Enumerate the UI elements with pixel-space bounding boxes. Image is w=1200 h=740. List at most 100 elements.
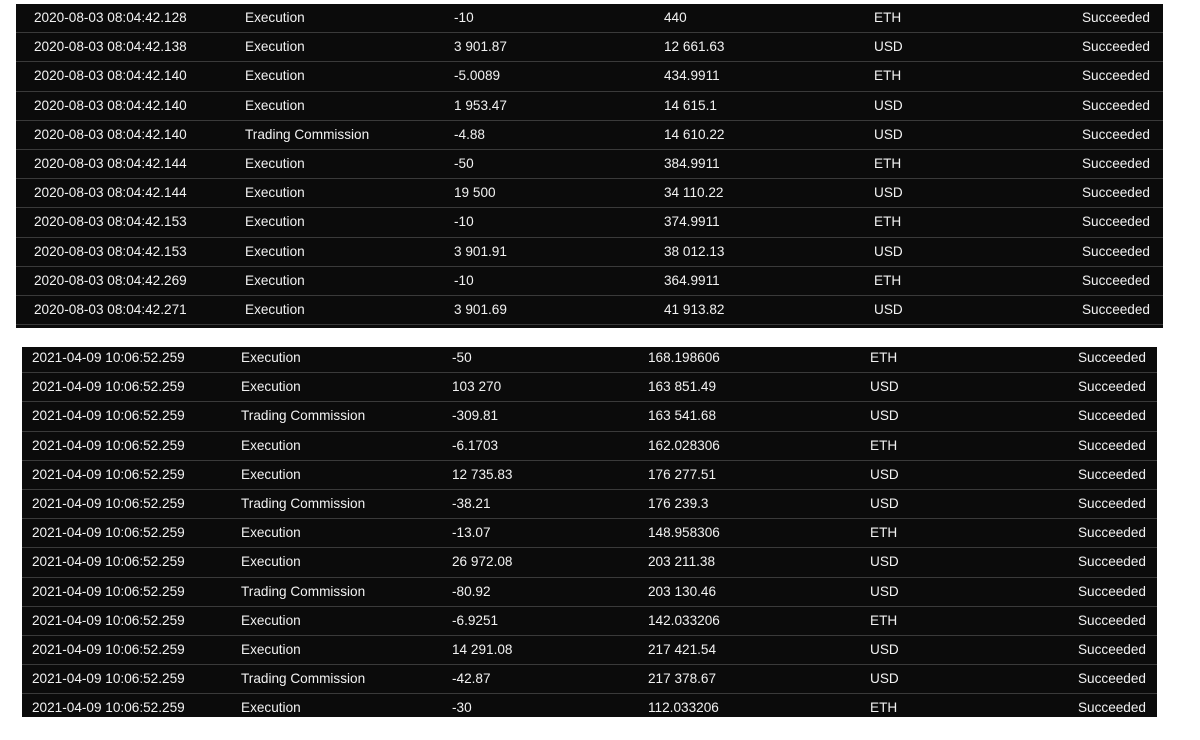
transaction-amount: 14 291.08: [452, 641, 513, 657]
transaction-status: Succeeded: [1077, 437, 1146, 453]
transaction-currency: USD: [870, 641, 899, 657]
transaction-time: 2021-04-09 10:06:52.259: [32, 612, 185, 628]
transaction-type: Execution: [241, 437, 301, 453]
transaction-balance: 163 541.68: [648, 408, 717, 424]
transaction-currency: USD: [870, 583, 899, 599]
transaction-balance: 38 012.13: [664, 243, 725, 259]
transaction-status: Succeeded: [1077, 408, 1146, 424]
transaction-balance: 168.198606: [648, 350, 720, 365]
transaction-type: Execution: [241, 379, 301, 395]
table-row: 2021-04-09 10:06:52.259 Trading Commissio…: [22, 665, 1157, 695]
transaction-time: 2021-04-09 10:06:52.259: [32, 350, 185, 365]
transaction-amount: 12 735.83: [452, 466, 513, 482]
transaction-time: 2021-04-09 10:06:52.259: [32, 525, 185, 541]
transaction-status: Succeeded: [1081, 214, 1150, 230]
table-row: 2021-04-09 10:06:52.259 Trading Commissio…: [22, 578, 1157, 607]
transaction-currency: USD: [870, 379, 899, 395]
table-row: 2020-08-03 08:04:42.140 Execution 1 953.47…: [16, 92, 1163, 121]
table-row: 2021-04-09 10:06:52.259 Execution -6.1703 1…: [22, 432, 1157, 461]
transaction-balance: 203 211.38: [648, 554, 716, 570]
transaction-time: 2021-04-09 10:06:52.259: [32, 671, 185, 687]
transaction-balance: 14 610.22: [664, 126, 725, 142]
table-row: 2021-04-09 10:06:52.259 Trading Commissio…: [22, 402, 1157, 432]
transaction-type: Trading Commission: [241, 408, 366, 424]
table-row: 2021-04-09 10:06:52.259 Execution 26 972.0…: [22, 548, 1157, 578]
transaction-currency: USD: [870, 554, 899, 570]
table-row: 2020-08-03 08:04:42.140 Execution -5.0089 4…: [16, 62, 1163, 92]
table-row: 2020-08-03 08:04:42.269 Execution -10 364.9…: [16, 267, 1163, 296]
transaction-status: Succeeded: [1081, 126, 1150, 142]
transaction-amount: -6.9251: [452, 612, 499, 628]
transaction-amount: -50: [454, 155, 474, 171]
transaction-amount: 103 270: [452, 379, 502, 395]
transactions-panel-2021: 2021-04-09 10:06:52.259 Execution -50 168.1…: [22, 347, 1157, 717]
transaction-status: Succeeded: [1077, 525, 1146, 541]
transaction-amount: -10: [454, 272, 474, 288]
transaction-type: Execution: [241, 466, 301, 482]
transaction-amount: 1 953.47: [454, 97, 507, 113]
table-row: 2020-08-03 08:04:42.153 Execution -10 374.9…: [16, 208, 1163, 238]
transaction-currency: ETH: [870, 525, 898, 541]
table-row: 2020-08-03 08:04:42.144 Execution 19 500 34…: [16, 179, 1163, 209]
transaction-amount: -80.92: [452, 583, 491, 599]
transaction-currency: ETH: [870, 350, 898, 365]
transaction-type: Execution: [245, 301, 305, 317]
transaction-balance: 112.033206: [648, 700, 719, 716]
transaction-status: Succeeded: [1077, 612, 1146, 628]
transaction-currency: ETH: [870, 437, 898, 453]
transaction-status: Succeeded: [1081, 39, 1150, 55]
transaction-currency: USD: [874, 39, 903, 55]
transaction-balance: 440: [664, 10, 687, 25]
transaction-type: Trading Commission: [241, 583, 366, 599]
transaction-type: Execution: [245, 272, 305, 288]
transaction-amount: -10: [454, 214, 474, 230]
transaction-balance: 34 110.22: [664, 185, 724, 201]
transaction-type: Trading Commission: [245, 126, 370, 142]
transaction-status: Succeeded: [1077, 700, 1146, 716]
transaction-status: Succeeded: [1077, 554, 1146, 570]
transaction-amount: -38.21: [452, 495, 491, 511]
transaction-time: 2021-04-09 10:06:52.259: [32, 700, 185, 716]
transaction-balance: 14 615.1: [664, 97, 717, 113]
transaction-time: 2021-04-09 10:06:52.259: [32, 641, 185, 657]
transaction-time: 2020-08-03 08:04:42.269: [34, 272, 187, 288]
table-row: 2020-08-03 08:04:42.271 Execution 3 901.69…: [16, 296, 1163, 326]
table-row: 2021-04-09 10:06:52.259 Execution -30 112.0…: [22, 694, 1157, 717]
transaction-amount: 26 972.08: [452, 554, 513, 570]
transaction-status: Succeeded: [1081, 68, 1150, 84]
transaction-amount: -10: [454, 10, 474, 25]
transaction-type: Execution: [241, 525, 301, 541]
transaction-status: Succeeded: [1081, 301, 1150, 317]
transaction-amount: -42.87: [452, 671, 491, 687]
transaction-type: Execution: [245, 97, 305, 113]
table-row: 2021-04-09 10:06:52.259 Execution 14 291.0…: [22, 636, 1157, 666]
transaction-status: Succeeded: [1077, 379, 1146, 395]
transaction-amount: -309.81: [452, 408, 499, 424]
transaction-status: Succeeded: [1081, 243, 1150, 259]
table-row: 2021-04-09 10:06:52.259 Execution -50 168.1…: [22, 347, 1157, 374]
transaction-time: 2021-04-09 10:06:52.259: [32, 583, 185, 599]
transaction-currency: ETH: [874, 10, 902, 25]
transaction-currency: ETH: [870, 700, 898, 716]
transaction-balance: 384.9911: [664, 155, 720, 171]
transaction-status: Succeeded: [1081, 97, 1150, 113]
transaction-time: 2021-04-09 10:06:52.259: [32, 554, 185, 570]
transaction-currency: USD: [874, 126, 903, 142]
transaction-amount: -4.88: [454, 126, 485, 142]
transaction-balance: 142.033206: [648, 612, 720, 628]
transaction-type: Execution: [241, 641, 301, 657]
transaction-balance: 41 913.82: [664, 301, 725, 317]
transaction-balance: 217 421.54: [648, 641, 717, 657]
table-row: 2021-04-09 10:06:52.259 Trading Commissio…: [22, 490, 1157, 520]
transactions-list: 2020-08-03 08:04:42.128 Execution -10 440 ET…: [16, 4, 1163, 326]
transaction-time: 2020-08-03 08:04:42.144: [34, 155, 187, 171]
transaction-currency: ETH: [870, 612, 898, 628]
table-row: 2021-04-09 10:06:52.259 Execution 103 270 1…: [22, 373, 1157, 403]
transaction-currency: ETH: [874, 155, 902, 171]
transaction-time: 2021-04-09 10:06:52.259: [32, 495, 185, 511]
table-row: 2020-08-03 08:04:42.144 Execution -50 384.9…: [16, 150, 1163, 180]
transaction-type: Execution: [245, 10, 305, 25]
transaction-balance: 176 239.3: [648, 495, 709, 511]
transaction-balance: 203 130.46: [648, 583, 717, 599]
transaction-balance: 162.028306: [648, 437, 720, 453]
